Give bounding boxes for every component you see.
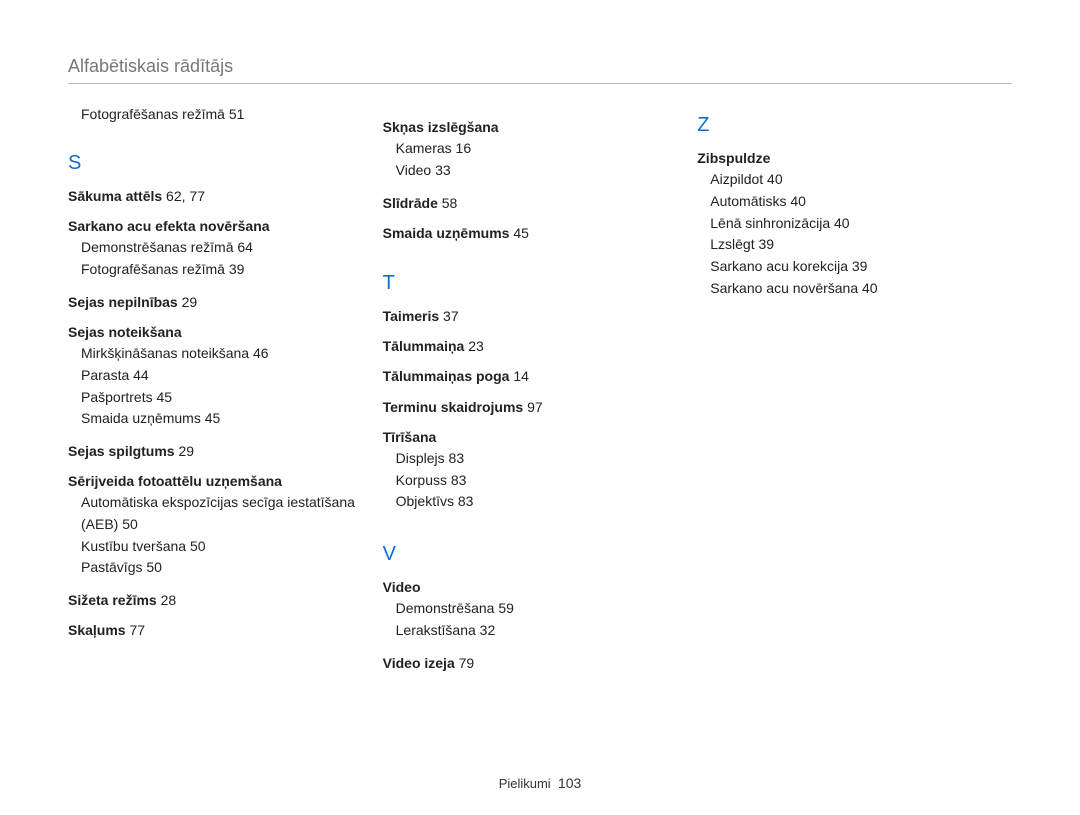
index-entry-pages: 45 — [509, 225, 528, 241]
index-entry[interactable]: Sejas noteikšana — [68, 323, 371, 341]
index-entry[interactable]: Tīrīšana — [383, 428, 686, 446]
index-column: Skņas izslēgšana Kameras 16Video 33 Slīdrā… — [383, 106, 698, 674]
index-sub-item[interactable]: Automātiska ekspozīcijas secīga iestatīš… — [68, 492, 371, 535]
index-sub-item[interactable]: Displejs 83 — [383, 448, 686, 470]
index-letter: S — [68, 152, 371, 175]
index-entry[interactable]: Sākuma attēls 62, 77 — [68, 187, 371, 205]
index-entry[interactable]: Slīdrāde 58 — [383, 194, 686, 212]
index-column: Z Zibspuldze Aizpildot 40Automātisks 40Lēn… — [697, 106, 1012, 674]
index-entry-pages: 23 — [464, 338, 483, 354]
index-entry[interactable]: Terminu skaidrojums 97 — [383, 398, 686, 416]
index-sub-item[interactable]: Pastāvīgs 50 — [68, 557, 371, 579]
index-entry[interactable]: Skaļums 77 — [68, 621, 371, 639]
index-entry-pages: 79 — [455, 655, 474, 671]
index-sub-item[interactable]: Demonstrēšanas režīmā 64 — [68, 237, 371, 259]
index-sub-item[interactable]: Korpuss 83 — [383, 470, 686, 492]
index-sub-item[interactable]: Smaida uzņēmums 45 — [68, 408, 371, 430]
index-sub-item[interactable]: Automātisks 40 — [697, 191, 1000, 213]
footer-page-number: 103 — [558, 775, 581, 791]
page-title: Alfabētiskais rādītājs — [68, 56, 1012, 84]
index-entry[interactable]: Zibspuldze — [697, 149, 1000, 167]
index-entry[interactable]: Tālummaiņas poga 14 — [383, 367, 686, 385]
index-entry-pages: 29 — [178, 294, 197, 310]
index-page: Alfabētiskais rādītājs Fotografēšanas re… — [0, 0, 1080, 815]
index-letter: T — [383, 272, 686, 295]
index-sub-item[interactable]: Fotografēšanas režīmā 39 — [68, 259, 371, 281]
index-sub-item[interactable]: Kustību tveršana 50 — [68, 536, 371, 558]
index-sub-item[interactable]: Video 33 — [383, 160, 686, 182]
index-entry[interactable]: Sejas spilgtums 29 — [68, 442, 371, 460]
index-entry-pages: 14 — [509, 368, 528, 384]
index-entry-pages: 62, 77 — [162, 188, 205, 204]
index-entry[interactable]: Smaida uzņēmums 45 — [383, 224, 686, 242]
index-entry-pages: 37 — [439, 308, 458, 324]
index-sub-item[interactable]: Lerakstīšana 32 — [383, 620, 686, 642]
index-sub-item[interactable]: Demonstrēšana 59 — [383, 598, 686, 620]
index-entry-pages: 58 — [438, 195, 457, 211]
index-sub-item[interactable]: Sarkano acu novēršana 40 — [697, 278, 1000, 300]
footer-section: Pielikumi — [499, 776, 551, 791]
index-entry[interactable]: Tālummaiņa 23 — [383, 337, 686, 355]
index-sub-item[interactable]: Parasta 44 — [68, 365, 371, 387]
index-sub-item[interactable]: Lēnā sinhronizācija 40 — [697, 213, 1000, 235]
index-sub-item[interactable]: Objektīvs 83 — [383, 491, 686, 513]
index-sub-item[interactable]: Kameras 16 — [383, 138, 686, 160]
index-letter: V — [383, 543, 686, 566]
index-entry[interactable]: Sižeta režīms 28 — [68, 591, 371, 609]
index-entry[interactable]: Skņas izslēgšana — [383, 118, 686, 136]
index-entry-pages: 77 — [126, 622, 145, 638]
page-footer: Pielikumi 103 — [0, 775, 1080, 791]
index-sub-item[interactable]: Sarkano acu korekcija 39 — [697, 256, 1000, 278]
index-columns: Fotografēšanas režīmā 51 S Sākuma attēls 6… — [68, 106, 1012, 674]
index-sub-item[interactable]: Lzslēgt 39 — [697, 234, 1000, 256]
index-entry[interactable]: Sejas nepilnības 29 — [68, 293, 371, 311]
index-sub-item[interactable]: Fotografēšanas režīmā 51 — [68, 106, 371, 122]
index-sub-item[interactable]: Mirkšķināšanas noteikšana 46 — [68, 343, 371, 365]
index-letter: Z — [697, 114, 1000, 137]
index-entry[interactable]: Sarkano acu efekta novēršana — [68, 217, 371, 235]
index-sub-item[interactable]: Aizpildot 40 — [697, 169, 1000, 191]
index-entry[interactable]: Sērijveida fotoattēlu uzņemšana — [68, 472, 371, 490]
index-entry[interactable]: Taimeris 37 — [383, 307, 686, 325]
index-entry-pages: 29 — [175, 443, 194, 459]
index-entry-pages: 28 — [157, 592, 176, 608]
index-entry[interactable]: Video — [383, 578, 686, 596]
index-entry-pages: 97 — [523, 399, 542, 415]
index-entry[interactable]: Video izeja 79 — [383, 654, 686, 672]
index-sub-item[interactable]: Pašportrets 45 — [68, 387, 371, 409]
index-column: Fotografēšanas režīmā 51 S Sākuma attēls 6… — [68, 106, 383, 674]
